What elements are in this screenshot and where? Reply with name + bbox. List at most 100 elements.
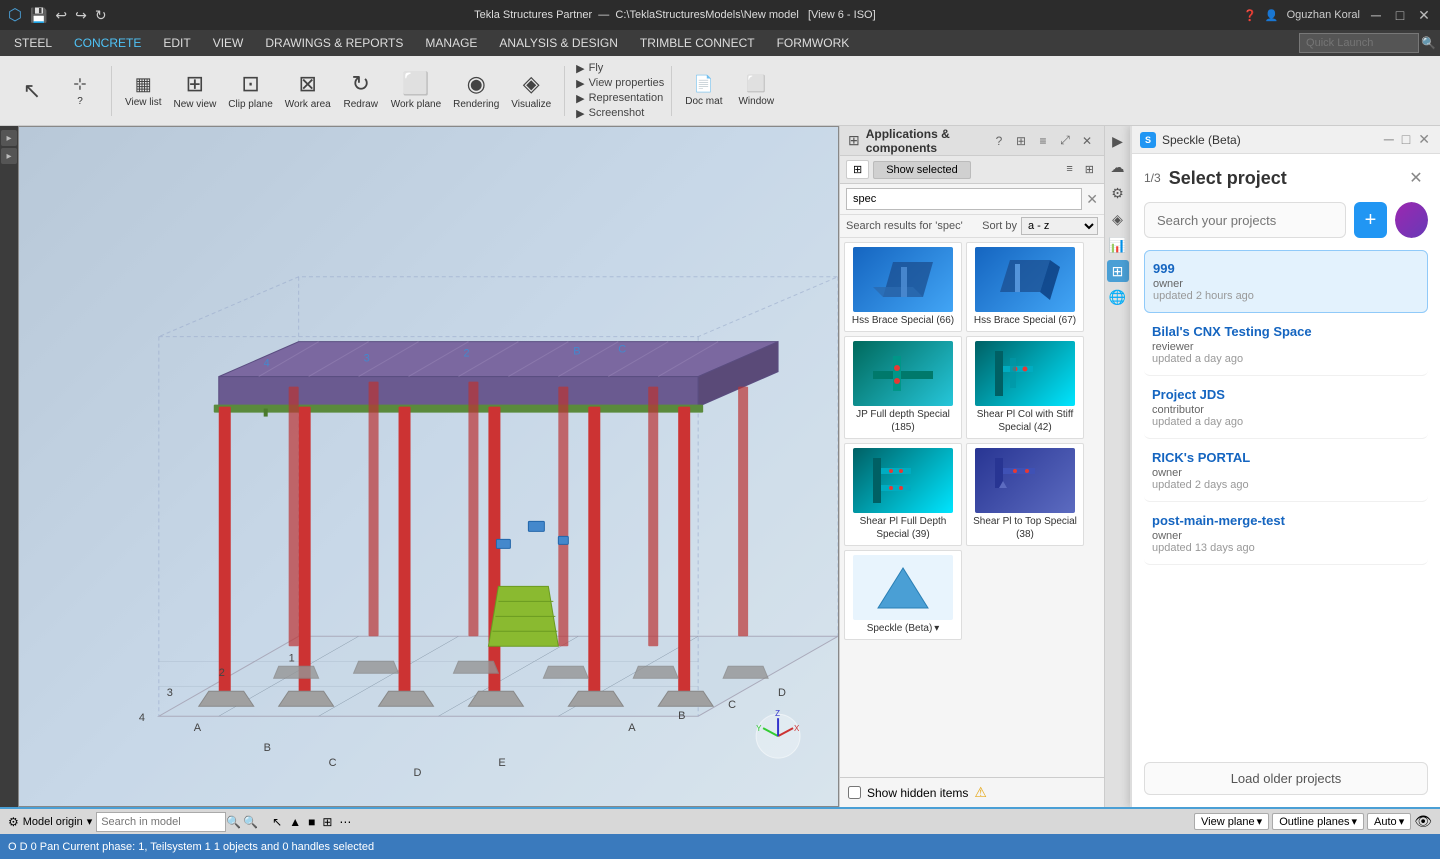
- menu-view[interactable]: VIEW: [203, 34, 254, 52]
- redraw-btn[interactable]: ↻ Redraw: [337, 67, 385, 114]
- speckle-search-input[interactable]: [1144, 202, 1346, 238]
- speckle-user-avatar[interactable]: [1395, 202, 1428, 238]
- sidebar-gear-btn[interactable]: ⚙: [1107, 182, 1129, 204]
- menu-drawings[interactable]: DRAWINGS & REPORTS: [255, 34, 413, 52]
- search-model-icon[interactable]: 🔍: [226, 815, 241, 829]
- tb2-select-icon[interactable]: ↖: [270, 813, 284, 831]
- sidebar-globe-btn[interactable]: 🌐: [1107, 286, 1129, 308]
- speckle-close-btn[interactable]: ✕: [1416, 131, 1432, 148]
- grid-view-btn[interactable]: ⊞: [1081, 161, 1098, 178]
- undo-icon[interactable]: ↩: [55, 7, 67, 24]
- menu-manage[interactable]: MANAGE: [415, 34, 487, 52]
- left-panel-btn-2[interactable]: ▸: [1, 148, 17, 164]
- list-view-btn[interactable]: ≡: [1062, 161, 1076, 178]
- representation-label: Representation: [589, 92, 664, 104]
- tb2-more-icon[interactable]: ⋯: [337, 813, 353, 831]
- panel-expand-btn[interactable]: ⤢: [1056, 132, 1074, 150]
- window-btn[interactable]: ⬜ Window: [732, 70, 780, 111]
- sort-select[interactable]: a - z z - a most used: [1021, 217, 1098, 235]
- tb2-grid-icon[interactable]: ⊞: [320, 813, 334, 831]
- speckle-dropdown-icon[interactable]: ▾: [934, 622, 939, 635]
- user-avatar[interactable]: 👤: [1265, 9, 1279, 22]
- all-components-btn[interactable]: ⊞: [846, 160, 869, 179]
- minimize-btn[interactable]: ─: [1368, 7, 1384, 23]
- new-view-btn[interactable]: ⊞ New view: [168, 67, 223, 114]
- svg-text:C: C: [618, 344, 626, 356]
- component-shear38[interactable]: Shear Pl to Top Special (38): [966, 443, 1084, 546]
- sidebar-cloud-btn[interactable]: ☁: [1107, 156, 1129, 178]
- save-icon[interactable]: 💾: [30, 7, 47, 24]
- screenshot-row[interactable]: ▶ Screenshot: [576, 107, 664, 120]
- component-shearf39[interactable]: Shear Pl Full Depth Special (39): [844, 443, 962, 546]
- maximize-btn[interactable]: □: [1392, 7, 1408, 23]
- menu-trimble[interactable]: TRIMBLE CONNECT: [630, 34, 765, 52]
- speckle-minimize-btn[interactable]: ─: [1382, 131, 1396, 148]
- speckle-panel-close-btn[interactable]: ✕: [1404, 166, 1428, 190]
- panel-help-btn[interactable]: ?: [990, 132, 1008, 150]
- view-props-row[interactable]: ▶ View properties: [576, 77, 664, 90]
- component-hss67[interactable]: Hss Brace Special (67): [966, 242, 1084, 332]
- left-panel-btn-1[interactable]: ▸: [1, 130, 17, 146]
- sidebar-chart-btn[interactable]: 📊: [1107, 234, 1129, 256]
- panel-search-input[interactable]: [846, 188, 1082, 210]
- tb2-point-icon[interactable]: ▲: [287, 813, 303, 831]
- doc-mat-btn[interactable]: 📄 Doc mat: [679, 70, 728, 111]
- project-item-rick[interactable]: RICK's PORTAL owner updated 2 days ago: [1144, 440, 1428, 502]
- menu-steel[interactable]: STEEL: [4, 34, 62, 52]
- speckle-add-project-btn[interactable]: +: [1354, 202, 1387, 238]
- model-origin-selector[interactable]: ⚙ Model origin ▾: [8, 815, 92, 829]
- project-updated-rick: updated 2 days ago: [1152, 479, 1420, 491]
- work-area-btn[interactable]: ⊠ Work area: [279, 67, 337, 114]
- rendering-btn[interactable]: ◉ Rendering: [447, 67, 505, 114]
- work-plane-btn[interactable]: ⬜ Work plane: [385, 67, 447, 114]
- quick-launch-search-icon[interactable]: 🔍: [1421, 36, 1436, 50]
- fly-row[interactable]: ▶ Fly: [576, 62, 664, 75]
- project-role-bilal: reviewer: [1152, 341, 1420, 353]
- project-item-bilal[interactable]: Bilal's CNX Testing Space reviewer updat…: [1144, 314, 1428, 376]
- view-plane-btn[interactable]: View plane ▾: [1194, 813, 1269, 830]
- show-hidden-checkbox[interactable]: [848, 786, 861, 799]
- menu-edit[interactable]: EDIT: [153, 34, 200, 52]
- speckle-maximize-btn[interactable]: □: [1400, 131, 1412, 148]
- component-jp185[interactable]: JP Full depth Special (185): [844, 336, 962, 439]
- menu-analysis[interactable]: ANALYSIS & DESIGN: [489, 34, 627, 52]
- help-btn[interactable]: ❓: [1243, 9, 1257, 22]
- refresh-icon[interactable]: ↻: [95, 7, 107, 24]
- menu-concrete[interactable]: CONCRETE: [64, 34, 151, 52]
- show-selected-btn[interactable]: Show selected: [873, 161, 971, 179]
- sidebar-components-btn[interactable]: ⊞: [1107, 260, 1129, 282]
- view-list-btn[interactable]: ▦ View list: [119, 70, 168, 112]
- search-in-model-input[interactable]: [96, 812, 226, 832]
- component-speckle[interactable]: Speckle (Beta) ▾: [844, 550, 962, 640]
- cursor-tool-btn[interactable]: ↖: [8, 74, 56, 108]
- svg-text:4: 4: [264, 358, 270, 370]
- sidebar-expand-btn[interactable]: ▶: [1107, 130, 1129, 152]
- close-btn[interactable]: ✕: [1416, 7, 1432, 23]
- panel-grid-view-btn[interactable]: ⊞: [1012, 132, 1030, 150]
- project-item-post-main[interactable]: post-main-merge-test owner updated 13 da…: [1144, 503, 1428, 565]
- component-shear42[interactable]: Shear Pl Col with Stiff Special (42): [966, 336, 1084, 439]
- select-tool-btn[interactable]: ⊹ ?: [56, 70, 104, 111]
- project-item-999[interactable]: 999 owner updated 2 hours ago: [1144, 250, 1428, 313]
- auto-btn[interactable]: Auto ▾: [1367, 813, 1411, 830]
- search-model-icon2[interactable]: 🔍: [243, 815, 258, 829]
- visualize-btn[interactable]: ◈ Visualize: [505, 67, 557, 114]
- viewport[interactable]: A B C D E 4 3 2 1 A B C D 4 3 2 B C: [18, 126, 839, 807]
- project-item-jds[interactable]: Project JDS contributor updated a day ag…: [1144, 377, 1428, 439]
- redo-icon[interactable]: ↪: [75, 7, 87, 24]
- representation-row[interactable]: ▶ Representation: [576, 92, 664, 105]
- load-older-projects-btn[interactable]: Load older projects: [1144, 762, 1428, 795]
- svg-text:A: A: [194, 722, 202, 734]
- component-hss66[interactable]: Hss Brace Special (66): [844, 242, 962, 332]
- sidebar-cube-btn[interactable]: ◈: [1107, 208, 1129, 230]
- outline-planes-btn[interactable]: Outline planes ▾: [1272, 813, 1364, 830]
- eye-toggle-icon[interactable]: 👁: [1414, 813, 1432, 830]
- quick-launch-input[interactable]: [1299, 33, 1419, 53]
- panel-search-clear-btn[interactable]: ✕: [1086, 191, 1098, 208]
- tb2-box-icon[interactable]: ■: [306, 813, 317, 831]
- panel-close-btn[interactable]: ✕: [1078, 132, 1096, 150]
- menu-formwork[interactable]: FORMWORK: [767, 34, 860, 52]
- fly-icon: ▶: [576, 62, 584, 75]
- panel-list-view-btn[interactable]: ≡: [1034, 132, 1052, 150]
- clip-plane-btn[interactable]: ⊡ Clip plane: [222, 67, 278, 114]
